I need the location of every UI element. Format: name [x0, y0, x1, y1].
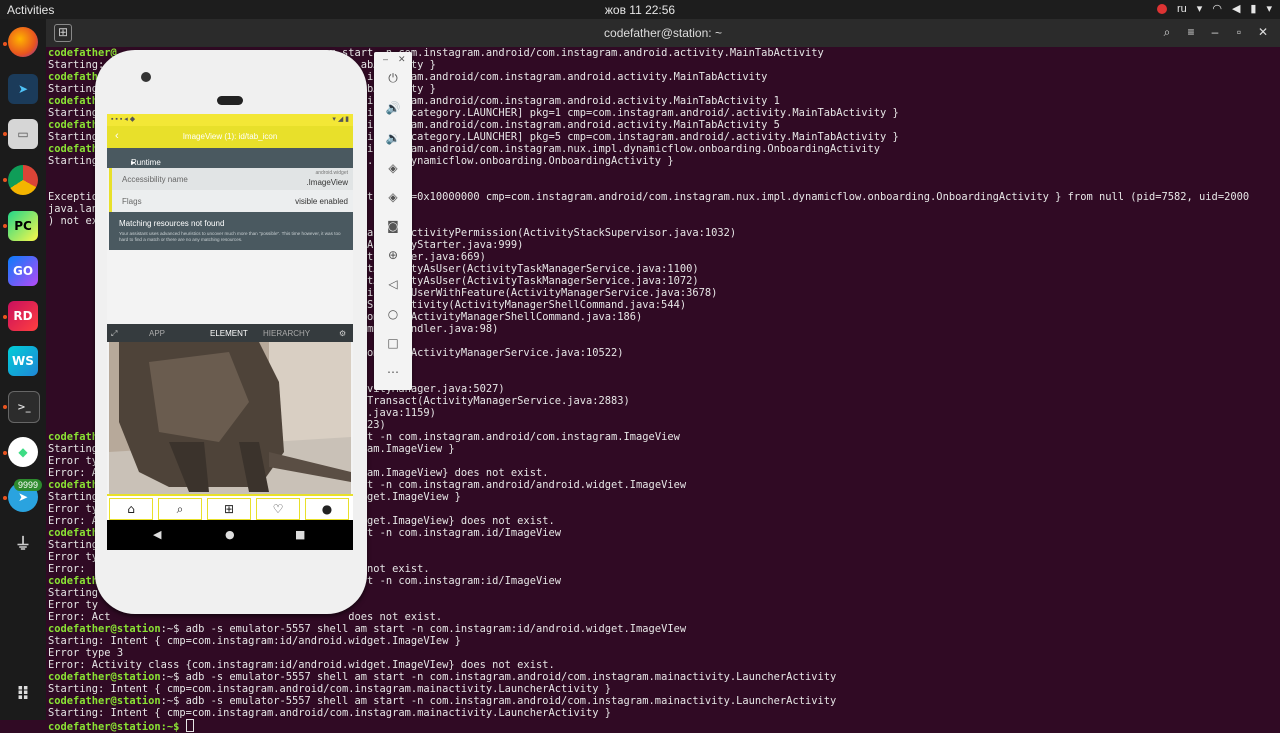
minimize-button[interactable]: – [1206, 23, 1224, 41]
running-indicator [3, 132, 7, 136]
clock[interactable]: жов 11 22:56 [0, 3, 1280, 17]
tab-app[interactable]: APP [149, 329, 165, 338]
dock: ➤ ▭ PC GO RD WS >_ ◆ ➤ 9999 ⏚ ⠿ [0, 19, 46, 720]
flags-label: Flags [122, 197, 142, 206]
telegram-badge: 9999 [14, 479, 43, 491]
volume-up-icon[interactable]: 🔊 [383, 98, 403, 118]
nav-home-icon[interactable]: ● [225, 528, 235, 541]
nav-overview-icon[interactable]: ■ [295, 528, 305, 541]
pycharm-icon[interactable]: PC [8, 211, 38, 241]
tab-hierarchy[interactable]: HIERARCHY [263, 329, 310, 338]
profile-avatar-icon[interactable]: ● [305, 498, 349, 520]
phone-emulator: ▪ ▪ ▪ ◂ ◆ ▾ ◢ ▮ ‹ ImageView (1): id/tab_… [95, 50, 367, 614]
expand-icon[interactable]: ⤢ [111, 329, 117, 339]
phone-screen[interactable]: ▪ ▪ ▪ ◂ ◆ ▾ ◢ ▮ ‹ ImageView (1): id/tab_… [107, 114, 353, 550]
inspector-title: ImageView (1): id/tab_icon [182, 132, 278, 141]
terminal-cursor [185, 719, 194, 732]
back-icon[interactable]: ◁ [383, 274, 403, 294]
running-indicator [3, 451, 7, 455]
add-post-icon[interactable]: ⊞ [207, 498, 251, 520]
flags-value: visible enabled [295, 197, 348, 206]
earpiece [217, 96, 243, 105]
running-indicator [3, 405, 7, 409]
gear-icon[interactable]: ⚙ [339, 329, 346, 338]
battery-icon[interactable]: ▮ [1250, 2, 1256, 15]
terminal-title: codefather@station: ~ [604, 26, 722, 40]
heart-icon[interactable]: ♡ [256, 498, 300, 520]
power-icon[interactable]: ⏻ [383, 68, 403, 88]
more-icon[interactable]: ⋯ [383, 362, 403, 382]
paper-plane-icon[interactable]: ➤ [8, 74, 38, 104]
chrome-icon[interactable] [8, 165, 38, 195]
overview-icon[interactable]: □ [383, 333, 403, 353]
android-nav-bar: ◀ ● ■ [107, 520, 353, 550]
goland-icon[interactable]: GO [8, 256, 38, 286]
running-indicator [3, 315, 7, 319]
flags-row: Flags visible enabled [109, 190, 353, 212]
running-indicator [3, 178, 7, 182]
cat-photo [109, 342, 351, 494]
rider-icon[interactable]: RD [8, 301, 38, 331]
webstorm-icon[interactable]: WS [8, 346, 38, 376]
accessibility-name-value: .ImageView [306, 178, 348, 187]
zoom-icon[interactable]: ⊕ [383, 245, 403, 265]
language-indicator[interactable]: ru [1177, 3, 1187, 15]
runtime-state-row[interactable]: ▸ Runtime state [107, 148, 353, 176]
maximize-button[interactable]: ▫ [1230, 23, 1248, 41]
home-icon[interactable]: ⌂ [109, 498, 153, 520]
close-button[interactable]: ✕ [398, 54, 406, 65]
close-button[interactable]: ✕ [1254, 23, 1272, 41]
minimize-button[interactable]: – [383, 54, 388, 64]
running-indicator [3, 42, 7, 46]
not-found-description: Your assistant uses advanced heuristics … [119, 231, 341, 242]
inspector-tabs: ⤢ APP ELEMENT HIERARCHY ⚙ [107, 324, 353, 342]
usb-icon[interactable]: ⏚ [8, 527, 38, 557]
inspector-header: ‹ ImageView (1): id/tab_icon [107, 126, 353, 148]
rotate-left-icon[interactable]: ◈ [383, 158, 403, 178]
accessibility-name-row: Accessibility name android.widget .Image… [109, 168, 353, 190]
wifi-icon[interactable]: ◠ [1212, 2, 1222, 15]
nav-back-icon[interactable]: ◀ [153, 528, 161, 541]
terminal-prompt: codefather@station:~$ [48, 721, 180, 733]
home-icon[interactable]: ○ [383, 304, 403, 324]
terminal-header: ⊞ codefather@station: ~ ⌕ ≡ – ▫ ✕ [46, 19, 1280, 47]
files-icon[interactable]: ▭ [8, 119, 38, 149]
firefox-icon[interactable] [8, 27, 38, 57]
status-icons-left: ▪ ▪ ▪ ◂ ◆ [111, 116, 136, 123]
chevron-down-icon[interactable]: ▾ [1266, 2, 1272, 15]
search-icon[interactable]: ⌕ [1158, 23, 1176, 41]
front-camera [141, 72, 151, 82]
status-icons-right: ▾ ◢ ▮ [332, 116, 349, 123]
terminal-icon[interactable]: >_ [8, 391, 40, 423]
search-icon[interactable]: ⌕ [158, 498, 202, 520]
volume-icon[interactable]: ◀ [1232, 2, 1240, 15]
top-bar: Activities жов 11 22:56 ru ▾ ◠ ◀ ▮ ▾ [0, 0, 1280, 19]
emulator-toolbar: – ✕ ⏻ 🔊 🔉 ◈ ◈ ◙ ⊕ ◁ ○ □ ⋯ [374, 52, 412, 390]
camera-icon[interactable]: ◙ [383, 216, 403, 236]
cat-photo-graphic [109, 342, 351, 494]
tab-element[interactable]: ELEMENT [210, 329, 248, 338]
android-status-bar: ▪ ▪ ▪ ◂ ◆ ▾ ◢ ▮ [107, 114, 353, 126]
system-tray: ru ▾ ◠ ◀ ▮ ▾ [1157, 2, 1272, 15]
rotate-right-icon[interactable]: ◈ [383, 187, 403, 207]
chevron-down-icon[interactable]: ▾ [1197, 2, 1203, 15]
running-indicator [3, 224, 7, 228]
not-found-panel: Matching resources not found Your assist… [109, 212, 353, 250]
show-apps-icon[interactable]: ⠿ [8, 679, 38, 709]
accessibility-value-prefix: android.widget [315, 170, 348, 176]
running-indicator [3, 496, 7, 500]
instagram-bottom-nav: ⌂ ⌕ ⊞ ♡ ● [107, 494, 353, 522]
android-studio-icon[interactable]: ◆ [8, 437, 38, 467]
menu-icon[interactable]: ≡ [1182, 23, 1200, 41]
not-found-title: Matching resources not found [119, 219, 225, 228]
accessibility-name-label: Accessibility name [122, 175, 188, 184]
volume-down-icon[interactable]: 🔉 [383, 128, 403, 148]
chrome-tray-icon[interactable] [1157, 3, 1168, 14]
